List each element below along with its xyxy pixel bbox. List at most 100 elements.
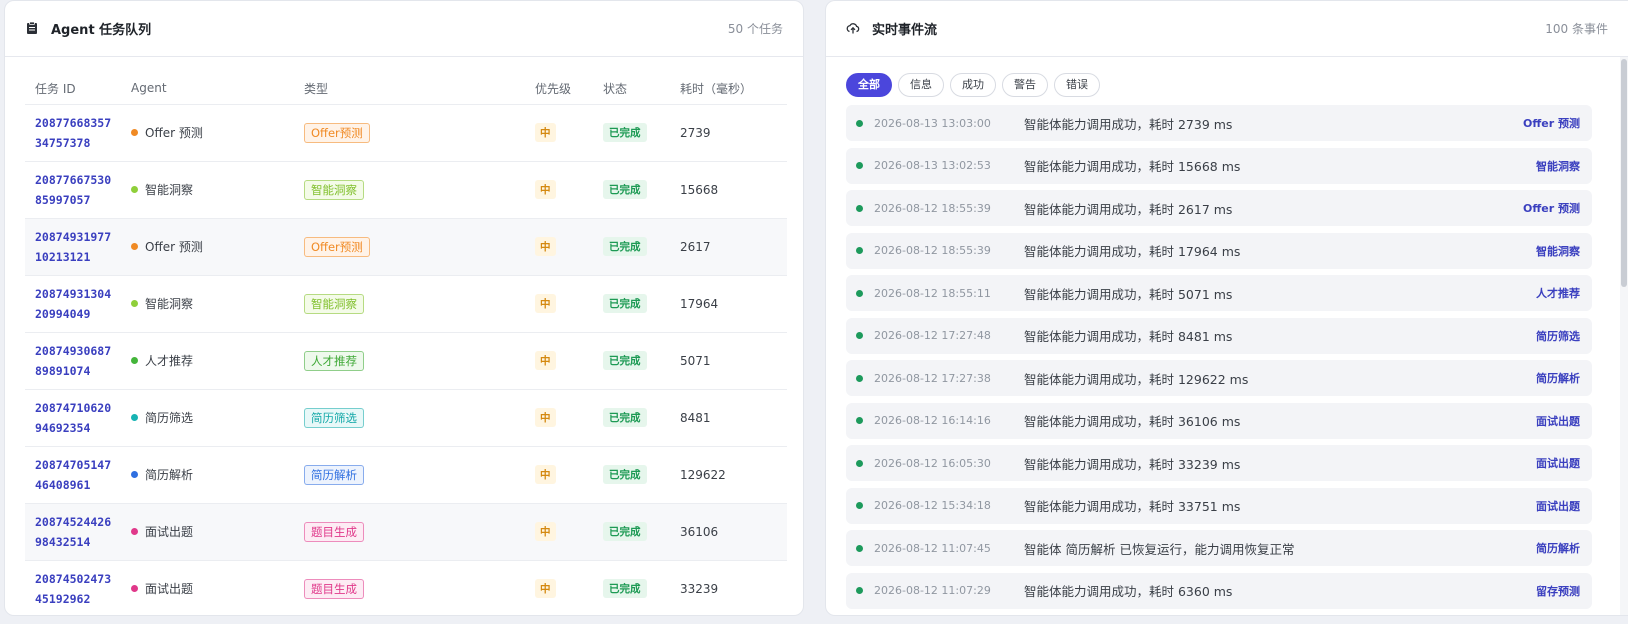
task-row[interactable]: 20877667530 85997057 智能洞察 智能洞察 中 已完成 15668 [25, 161, 787, 219]
filter-success[interactable]: 成功 [950, 73, 996, 97]
agent-cell: Offer 预测 [121, 104, 294, 162]
status-badge: 已完成 [603, 237, 647, 256]
event-time: 2026-08-13 13:03:00 [874, 116, 991, 130]
event-source-link[interactable]: 简历解析 [1536, 370, 1580, 386]
filter-info[interactable]: 信息 [898, 73, 944, 97]
event-item[interactable]: 2026-08-12 11:07:29 智能体能力调用成功，耗时 6360 ms 留… [846, 572, 1592, 609]
event-message: 智能体能力调用成功，耗时 5071 ms [1024, 286, 1233, 302]
task-row[interactable]: 20877668357 34757378 Offer 预测 Offer预测 中 已完成 27… [25, 104, 787, 162]
task-id-cell: 20874710620 94692354 [25, 389, 123, 447]
task-queue-header: Agent 任务队列 50 个任务 [5, 1, 803, 57]
status-badge: 已完成 [603, 465, 647, 484]
filter-warning[interactable]: 警告 [1002, 73, 1048, 97]
duration-cell: 8481 [670, 389, 787, 447]
priority-cell: 中 [525, 161, 593, 219]
task-id-link[interactable]: 20877667530 85997057 [35, 170, 123, 210]
agent-status-dot [131, 129, 138, 136]
event-item[interactable]: 2026-08-12 18:55:11 智能体能力调用成功，耗时 5071 ms 人… [846, 275, 1592, 311]
event-item[interactable]: 2026-08-12 16:05:30 智能体能力调用成功，耗时 33239 ms… [846, 445, 1592, 481]
priority-cell: 中 [525, 446, 593, 504]
event-success-dot [856, 374, 863, 382]
event-source-link[interactable]: 简历解析 [1536, 540, 1580, 556]
event-message: 智能体能力调用成功，耗时 129622 ms [1024, 371, 1249, 387]
type-cell: Offer预测 [294, 104, 525, 162]
event-message: 智能体能力调用成功，耗时 6360 ms [1024, 584, 1233, 599]
event-list: 2026-08-13 13:03:00 智能体能力调用成功，耗时 2739 ms O… [826, 105, 1628, 609]
task-id-link[interactable]: 20874710620 94692354 [35, 398, 123, 438]
agent-status-dot [131, 186, 138, 193]
task-row[interactable]: 20874502473 45192962 面试出题 题目生成 中 已完成 33239 [25, 560, 787, 615]
event-time: 2026-08-12 17:27:38 [874, 371, 991, 385]
column-header-agent[interactable]: Agent [121, 73, 294, 105]
event-time: 2026-08-12 16:14:16 [874, 414, 991, 427]
event-source-link[interactable]: 简历筛选 [1536, 328, 1580, 344]
agent-status-dot [131, 528, 138, 535]
task-id-link[interactable]: 20874705147 46408961 [35, 455, 123, 495]
event-item[interactable]: 2026-08-13 13:03:00 智能体能力调用成功，耗时 2739 ms O… [846, 105, 1592, 141]
event-source-link[interactable]: 智能洞察 [1536, 243, 1580, 259]
event-count: 100 条事件 [1545, 22, 1608, 36]
filter-all[interactable]: 全部 [846, 73, 892, 97]
event-source-link[interactable]: 人才推荐 [1536, 285, 1580, 301]
filter-error[interactable]: 错误 [1054, 73, 1100, 97]
task-row[interactable]: 20874524426 98432514 面试出题 题目生成 中 已完成 36106 [25, 503, 787, 561]
task-type-tag: 智能洞察 [304, 293, 364, 314]
event-item[interactable]: 2026-08-12 16:14:16 智能体能力调用成功，耗时 36106 ms… [846, 402, 1592, 439]
event-item[interactable]: 2026-08-12 11:07:45 智能体 简历解析 已恢复运行，能力调用恢复… [846, 530, 1592, 566]
task-id-cell: 20874502473 45192962 [25, 560, 123, 615]
status-cell: 已完成 [593, 161, 670, 219]
column-header-status[interactable]: 状态 [593, 73, 670, 105]
event-source-link[interactable]: 面试出题 [1536, 498, 1580, 514]
event-item[interactable]: 2026-08-13 13:02:53 智能体能力调用成功，耗时 15668 ms… [846, 147, 1592, 184]
status-badge: 已完成 [603, 123, 647, 142]
priority-badge: 中 [535, 408, 556, 427]
column-header-duration[interactable]: 耗时（毫秒） [670, 73, 787, 105]
column-header-priority[interactable]: 优先级 [525, 73, 593, 105]
event-time: 2026-08-12 11:07:45 [874, 541, 991, 555]
event-source-link[interactable]: 面试出题 [1536, 413, 1580, 429]
agent-status-dot [131, 243, 138, 250]
event-success-dot [856, 587, 863, 594]
cloud-upload-icon [846, 21, 862, 37]
agent-name: 智能洞察 [145, 183, 194, 197]
event-source-link[interactable]: 留存预测 [1536, 583, 1580, 599]
type-cell: 简历筛选 [294, 389, 525, 447]
event-item[interactable]: 2026-08-12 17:27:48 智能体能力调用成功，耗时 8481 ms 简… [846, 317, 1592, 354]
event-item[interactable]: 2026-08-12 17:27:38 智能体能力调用成功，耗时 129622 m… [846, 360, 1592, 396]
event-list-scrollbar-thumb[interactable] [1621, 59, 1627, 287]
task-id-cell: 20874931977 10213121 [25, 218, 123, 276]
task-id-link[interactable]: 20874931304 20994049 [35, 284, 123, 324]
agent-name: 简历解析 [145, 468, 194, 482]
task-row[interactable]: 20874931977 10213121 Offer 预测 Offer预测 中 已完成 26… [25, 218, 787, 276]
event-source-link[interactable]: Offer 预测 [1523, 200, 1580, 216]
event-item[interactable]: 2026-08-12 18:55:39 智能体能力调用成功，耗时 17964 ms… [846, 232, 1592, 269]
agent-name: Offer 预测 [145, 240, 203, 254]
task-id-link[interactable]: 20874502473 45192962 [35, 569, 123, 609]
task-type-tag: 简历筛选 [304, 407, 364, 428]
column-header-task-id[interactable]: 任务 ID [25, 73, 121, 105]
task-id-link[interactable]: 20877668357 34757378 [35, 113, 123, 153]
agent-name: Offer 预测 [145, 126, 203, 140]
status-badge: 已完成 [603, 294, 647, 313]
event-item[interactable]: 2026-08-12 15:34:18 智能体能力调用成功，耗时 33751 ms… [846, 487, 1592, 524]
event-success-dot [856, 417, 863, 424]
event-item[interactable]: 2026-08-12 18:55:39 智能体能力调用成功，耗时 2617 ms O… [846, 190, 1592, 226]
task-row[interactable]: 20874930687 89891074 人才推荐 人才推荐 中 已完成 5071 [25, 332, 787, 390]
task-row[interactable]: 20874931304 20994049 智能洞察 智能洞察 中 已完成 17964 [25, 275, 787, 333]
event-source-link[interactable]: 智能洞察 [1536, 158, 1580, 174]
priority-cell: 中 [525, 275, 593, 333]
column-header-type[interactable]: 类型 [294, 73, 525, 105]
task-row[interactable]: 20874705147 46408961 简历解析 简历解析 中 已完成 129622 [25, 446, 787, 504]
task-id-link[interactable]: 20874524426 98432514 [35, 512, 123, 552]
task-queue-title: Agent 任务队列 [51, 23, 152, 38]
event-source-link[interactable]: Offer 预测 [1523, 115, 1580, 131]
task-id-cell: 20874524426 98432514 [25, 503, 123, 561]
task-type-tag: 题目生成 [304, 521, 364, 542]
type-cell: Offer预测 [294, 218, 525, 276]
event-source-link[interactable]: 面试出题 [1536, 455, 1580, 471]
task-id-link[interactable]: 20874931977 10213121 [35, 227, 123, 267]
priority-badge: 中 [535, 294, 556, 313]
task-id-link[interactable]: 20874930687 89891074 [35, 341, 123, 381]
agent-name: 人才推荐 [145, 354, 194, 368]
task-row[interactable]: 20874710620 94692354 简历筛选 简历筛选 中 已完成 8481 [25, 389, 787, 447]
